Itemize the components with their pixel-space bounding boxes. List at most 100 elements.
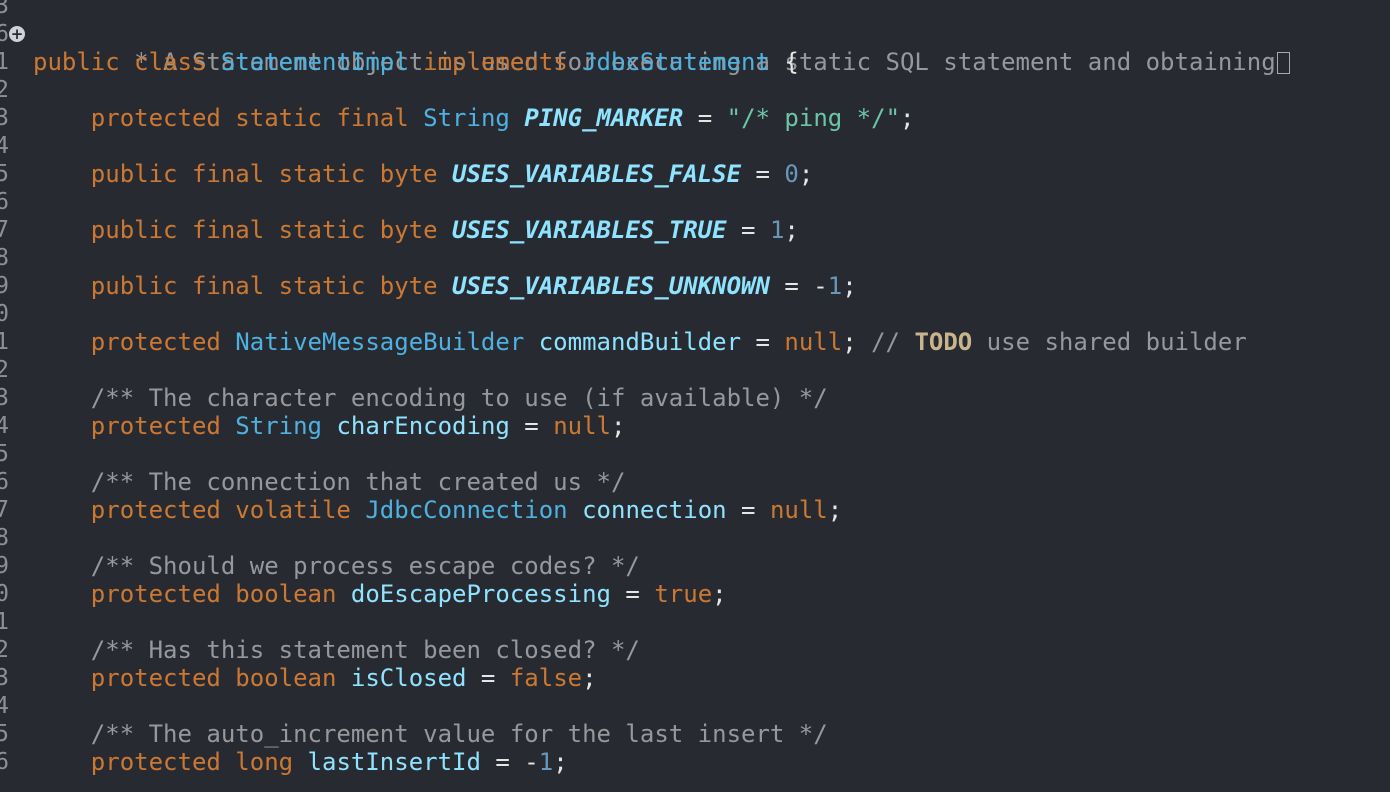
line-number: 4 [0, 413, 9, 439]
class-name: StatementImpl [220, 48, 409, 76]
operator: = [769, 272, 814, 300]
line-number: 2 [0, 357, 9, 383]
field-name: commandBuilder [538, 328, 742, 356]
operator: = [741, 160, 785, 188]
keyword: protected [90, 328, 221, 356]
code-area[interactable]: * A Statement object is used for executi… [33, 0, 1390, 792]
semicolon: ; [582, 664, 597, 692]
code-line: public final static byte USES_VARIABLES_… [33, 216, 799, 244]
keyword: public [33, 48, 120, 76]
code-line: /** Should we process escape codes? */ [33, 552, 640, 580]
fold-expand-icon[interactable]: + [9, 26, 25, 42]
doc-comment: /** Should we process escape codes? */ [90, 552, 640, 580]
keyword: protected [90, 104, 221, 132]
keyword: protected boolean [90, 664, 337, 692]
semicolon: ; [553, 748, 568, 776]
semicolon: ; [712, 580, 727, 608]
code-line: protected String charEncoding = null; [33, 412, 626, 440]
keyword: protected boolean [90, 580, 337, 608]
null-literal: null [784, 328, 843, 356]
keyword: class [134, 48, 207, 76]
keyword: protected long [90, 748, 294, 776]
code-editor[interactable]: 3 6 1 2 3 4 5 6 7 8 9 0 1 2 3 4 5 6 7 8 … [0, 0, 1390, 792]
number-literal: 1 [538, 748, 554, 776]
field-name: lastInsertId [307, 748, 481, 776]
line-number: 6 [0, 749, 9, 775]
keyword: final [336, 104, 409, 132]
minus-sign: - [813, 272, 828, 300]
line-number: 8 [0, 245, 9, 271]
field-name: isClosed [350, 664, 467, 692]
code-line: protected static final String PING_MARKE… [33, 104, 915, 132]
semicolon: ; [900, 104, 915, 132]
doc-comment: /** The auto_increment value for the las… [90, 720, 828, 748]
line-number: 8 [0, 525, 9, 551]
line-number: 6 [0, 469, 9, 495]
type-name: String [423, 104, 510, 132]
code-line: * A Statement object is used for executi… [33, 20, 1290, 76]
code-line: public class StatementImpl implements Jd… [33, 48, 799, 76]
string-literal: "/* ping */" [726, 104, 901, 132]
code-line: protected long lastInsertId = -1; [33, 748, 568, 776]
keyword: public final static byte [90, 160, 438, 188]
semicolon: ; [611, 412, 626, 440]
field-name: connection [582, 496, 727, 524]
line-number-gutter: 3 6 1 2 3 4 5 6 7 8 9 0 1 2 3 4 5 6 7 8 … [0, 0, 14, 792]
line-number: 3 [0, 0, 9, 19]
line-number: 3 [0, 385, 9, 411]
field-name: doEscapeProcessing [350, 580, 611, 608]
line-number: 9 [0, 553, 9, 579]
line-number: 9 [0, 273, 9, 299]
type-name: NativeMessageBuilder [235, 328, 525, 356]
constant-name: USES_VARIABLES_UNKNOWN [452, 272, 770, 300]
operator: = [610, 580, 655, 608]
todo-marker: TODO [914, 328, 973, 356]
constant-name: USES_VARIABLES_TRUE [452, 216, 727, 244]
line-comment: // [856, 328, 915, 356]
minus-sign: - [524, 748, 539, 776]
keyword: protected [90, 412, 221, 440]
line-number: 6 [0, 189, 9, 215]
operator: = [741, 328, 785, 356]
folded-comment-ellipsis[interactable] [1276, 52, 1290, 74]
semicolon: ; [784, 216, 799, 244]
keyword: protected volatile [90, 496, 351, 524]
line-number: 1 [0, 329, 9, 355]
keyword: static [235, 104, 322, 132]
line-number: 0 [0, 581, 9, 607]
line-number: 4 [0, 693, 9, 719]
code-line: protected boolean doEscapeProcessing = t… [33, 580, 727, 608]
line-number: 1 [0, 49, 9, 75]
operator: = [466, 664, 510, 692]
line-number: 5 [0, 721, 9, 747]
type-name: JdbcConnection [365, 496, 568, 524]
semicolon: ; [827, 496, 843, 524]
operator: = [726, 216, 770, 244]
operator: = [480, 748, 525, 776]
code-line: /** Has this statement been closed? */ [33, 636, 640, 664]
operator: = [726, 496, 770, 524]
brace: { [769, 48, 799, 76]
doc-comment: /** The connection that created us */ [90, 468, 626, 496]
line-number: 2 [0, 77, 9, 103]
code-line: protected volatile JdbcConnection connec… [33, 496, 842, 524]
line-number: 5 [0, 441, 9, 467]
null-literal: null [553, 412, 611, 440]
boolean-literal: true [654, 580, 713, 608]
keyword: implements [423, 48, 568, 76]
operator: = [683, 104, 727, 132]
semicolon: ; [842, 272, 857, 300]
constant-name: USES_VARIABLES_FALSE [452, 160, 742, 188]
line-number: 4 [0, 133, 9, 159]
type-name: String [235, 412, 322, 440]
line-number: 6 [0, 21, 9, 47]
field-name: charEncoding [336, 412, 510, 440]
number-literal: 0 [784, 160, 799, 188]
operator: = [509, 412, 554, 440]
code-line: /** The auto_increment value for the las… [33, 720, 828, 748]
semicolon: ; [842, 328, 857, 356]
null-literal: null [769, 496, 828, 524]
code-line: protected NativeMessageBuilder commandBu… [33, 328, 1247, 356]
line-number: 5 [0, 161, 9, 187]
boolean-literal: false [509, 664, 583, 692]
